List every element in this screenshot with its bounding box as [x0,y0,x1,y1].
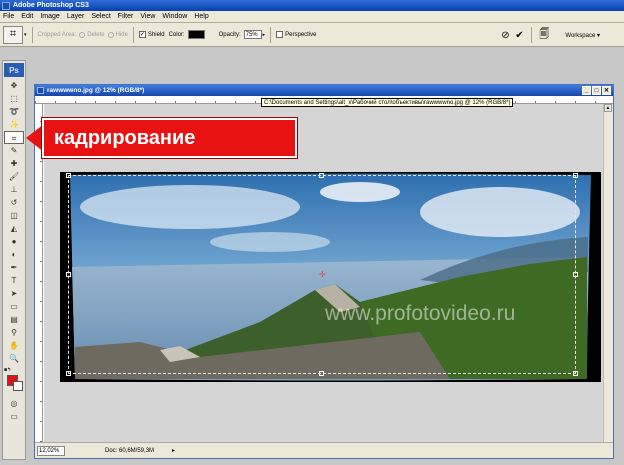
crop-icon: ⌗ [9,28,17,40]
minimize-icon[interactable]: _ [582,86,591,95]
history-brush-tool[interactable]: ↺ [4,196,24,209]
file-path-tooltip: C:\Documents and Settings\alt_x\Рабочий … [261,98,514,107]
document-icon [37,87,44,94]
vertical-scrollbar[interactable]: ▲ [603,104,613,442]
menu-view[interactable]: View [140,13,155,20]
toolbox: Ps ✥ ⬚ ➰ ✨ ⌗ ✎ ✚ 🖌 ⊥ ↺ ◫ ◭ ● ◐ ✒ T ➤ ▭ ▤ ⚲ ✋ 🔍 ■↰ ◎ ▭ [2,60,26,460]
perspective-label: Perspective [285,31,317,38]
menu-file[interactable]: File [3,13,14,20]
menu-filter[interactable]: Filter [118,13,134,20]
app-title: Adobe Photoshop CS3 [13,2,89,9]
doc-info: Doc: 60,6M/59,3M [105,447,155,454]
crop-handle-bottom[interactable] [319,371,324,376]
photoshop-app-icon [2,1,10,10]
delete-radio[interactable] [79,31,86,38]
shape-tool[interactable]: ▭ [4,300,24,313]
hand-tool[interactable]: ✋ [4,339,24,352]
opacity-slider-arrow-icon[interactable]: ▸ [263,32,266,38]
close-icon[interactable]: ✕ [602,86,611,95]
options-bar: ⌗ ▾ Cropped Area: Delete Hide ✓ Shield C… [0,23,624,47]
crop-handle-top-right[interactable] [573,173,578,178]
crop-tool[interactable]: ⌗ [4,131,24,144]
preset-dropdown-arrow-icon[interactable]: ▾ [24,32,27,38]
zoom-tool[interactable]: 🔍 [4,352,24,365]
marquee-tool[interactable]: ⬚ [4,92,24,105]
color-label: Color: [168,31,185,38]
menu-image[interactable]: Image [40,13,59,20]
slice-tool[interactable]: ✎ [4,144,24,157]
menu-bar: File Edit Image Layer Select Filter View… [0,11,624,23]
menu-select[interactable]: Select [91,13,110,20]
crop-marquee[interactable] [66,173,578,376]
menu-layer[interactable]: Layer [67,13,85,20]
zoom-field[interactable]: 12,02% [37,445,65,456]
move-tool[interactable]: ✥ [4,79,24,92]
type-tool[interactable]: T [4,274,24,287]
separator [31,26,33,43]
healing-brush-tool[interactable]: ✚ [4,157,24,170]
screen-mode-icon[interactable]: ▭ [4,410,24,423]
opacity-field[interactable]: 75% [243,30,262,39]
crop-handle-right[interactable] [573,272,578,277]
background-color-swatch[interactable] [13,381,23,391]
hide-label: Hide [115,31,128,38]
eyedropper-tool[interactable]: ⚲ [4,326,24,339]
default-colors-icon[interactable]: ■↰ [4,367,11,373]
crop-handle-top-left[interactable] [66,173,71,178]
brush-tool[interactable]: 🖌 [4,170,24,183]
quick-mask-icon[interactable]: ◎ [4,397,24,410]
commit-crop-icon[interactable]: ✔ [512,30,526,41]
paint-bucket-tool[interactable]: ◭ [4,222,24,235]
opacity-label: Opacity: [218,31,241,38]
status-menu-arrow-icon[interactable]: ▸ [172,447,175,454]
pen-tool[interactable]: ✒ [4,261,24,274]
maximize-icon[interactable]: □ [592,86,601,95]
hide-radio[interactable] [107,31,114,38]
lasso-tool[interactable]: ➰ [4,105,24,118]
workspace-label: Workspace [565,32,596,39]
menu-window[interactable]: Window [162,13,187,20]
crop-handle-left[interactable] [66,272,71,277]
workspace-menu[interactable]: Workspace ▾ [561,30,604,41]
annotation-callout: кадрирование [42,118,297,158]
cropped-area-label: Cropped Area: [37,31,77,38]
shield-color-swatch[interactable] [187,30,205,39]
color-swatches: ■↰ [4,367,24,393]
tool-list: ✥ ⬚ ➰ ✨ ⌗ ✎ ✚ 🖌 ⊥ ↺ ◫ ◭ ● ◐ ✒ T ➤ ▭ ▤ ⚲ ✋ 🔍 [3,79,25,365]
app-title-bar: Adobe Photoshop CS3 [0,0,624,11]
document-title-bar: rawwwwno.jpg @ 12% (RGB/8*) _ □ ✕ [35,85,613,96]
clone-stamp-tool[interactable]: ⊥ [4,183,24,196]
eraser-tool[interactable]: ◫ [4,209,24,222]
bridge-icon[interactable]: 🗐 [537,27,551,44]
separator [531,27,533,43]
crop-handle-bottom-left[interactable] [66,371,71,376]
document-title: rawwwwno.jpg @ 12% (RGB/8*) [47,87,145,94]
blur-tool[interactable]: ● [4,235,24,248]
scroll-up-icon[interactable]: ▲ [604,104,612,112]
path-selection-tool[interactable]: ➤ [4,287,24,300]
crop-handle-bottom-right[interactable] [573,371,578,376]
magic-wand-tool[interactable]: ✨ [4,118,24,131]
shield-label: Shield [147,31,165,38]
notes-tool[interactable]: ▤ [4,313,24,326]
menu-edit[interactable]: Edit [21,13,33,20]
status-bar: 12,02% Doc: 60,6M/59,3M ▸ [35,442,613,458]
dodge-tool[interactable]: ◐ [4,248,24,261]
separator [270,26,272,43]
separator [132,26,134,43]
ps-badge[interactable]: Ps [4,63,24,77]
delete-label: Delete [87,31,105,38]
crop-handle-top[interactable] [319,173,324,178]
shield-checkbox[interactable]: ✓ [138,31,146,38]
tool-preset-picker[interactable]: ⌗ [3,25,23,44]
cancel-crop-icon[interactable]: ⊘ [498,30,512,41]
perspective-checkbox[interactable] [276,31,284,38]
menu-help[interactable]: Help [194,13,208,20]
